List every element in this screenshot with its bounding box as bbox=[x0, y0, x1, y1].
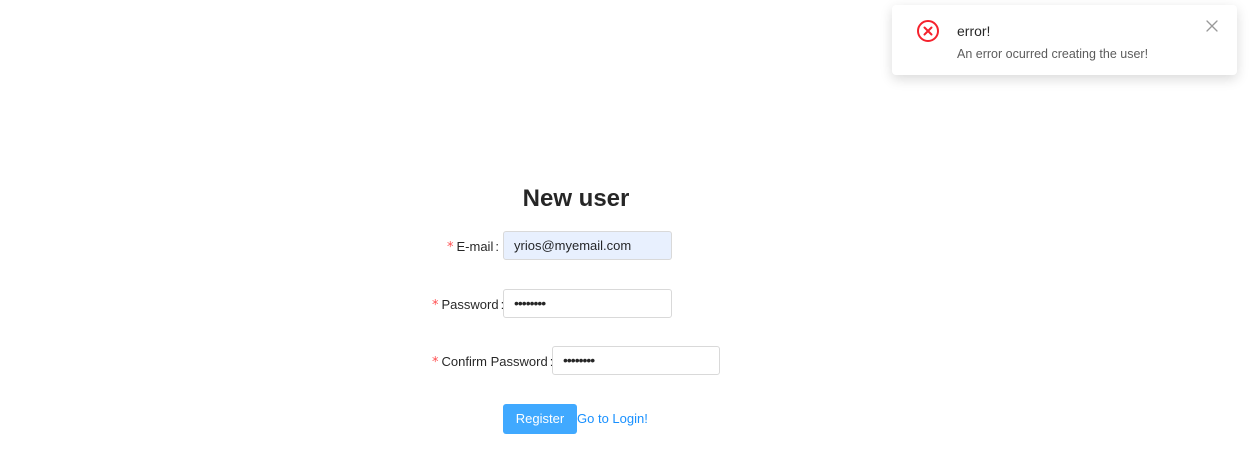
error-notification: error! An error ocurred creating the use… bbox=[892, 5, 1237, 75]
required-marker: * bbox=[447, 240, 454, 255]
required-marker: * bbox=[432, 355, 439, 370]
confirm-password-label: *Confirm Password: bbox=[432, 353, 553, 372]
email-label-text: E-mail bbox=[456, 239, 494, 254]
password-label-text: Password bbox=[441, 297, 499, 312]
go-to-login-link[interactable]: Go to Login! bbox=[577, 410, 648, 428]
password-label: *Password: bbox=[432, 296, 504, 315]
register-page: error! An error ocurred creating the use… bbox=[0, 0, 1255, 472]
password-field[interactable]: •••••••• bbox=[503, 289, 672, 318]
required-marker: * bbox=[432, 298, 439, 313]
page-title: New user bbox=[522, 185, 630, 212]
confirm-password-field[interactable]: •••••••• bbox=[552, 346, 720, 375]
close-circle-icon bbox=[916, 19, 940, 43]
notification-description: An error ocurred creating the user! bbox=[957, 47, 1149, 61]
register-button[interactable]: Register bbox=[503, 404, 577, 434]
close-icon[interactable] bbox=[1205, 19, 1219, 33]
notification-title: error! bbox=[957, 23, 991, 39]
confirm-password-label-text: Confirm Password bbox=[441, 354, 548, 369]
email-field[interactable]: yrios@myemail.com bbox=[503, 231, 672, 260]
email-label: * E-mail: bbox=[447, 239, 499, 255]
